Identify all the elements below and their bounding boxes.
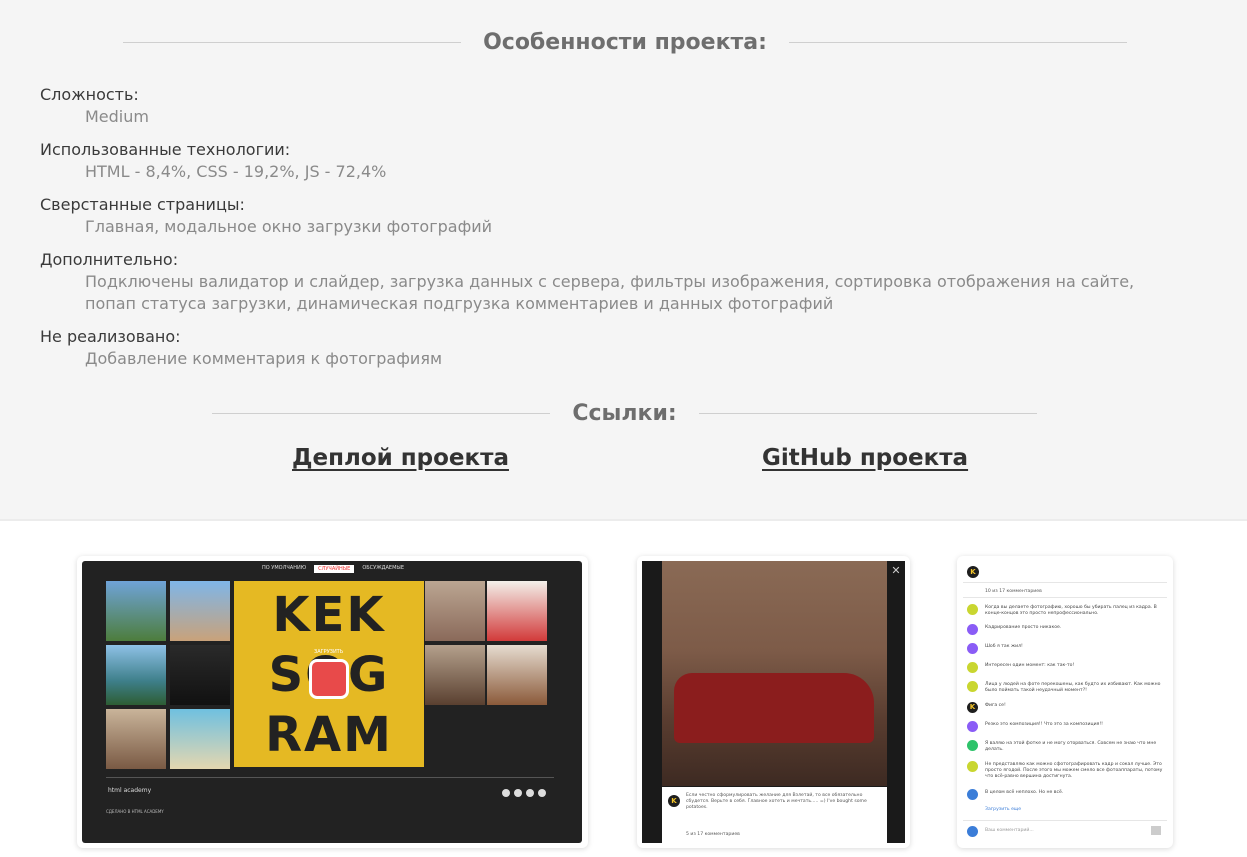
- close-icon: ✕: [891, 564, 901, 577]
- project-info-section: Особенности проекта: Сложность: Medium И…: [0, 0, 1247, 521]
- load-more-link: Загрузить еще: [985, 807, 1022, 812]
- feature-difficulty: Сложность: Medium: [40, 84, 1190, 128]
- photo-description: Если честно сформулировать желание для В…: [686, 793, 867, 810]
- upload-label: ЗАГРУЗИТЬ: [314, 649, 344, 655]
- comment-text: Лица у людей на фоте перекошены, как буд…: [985, 682, 1161, 693]
- links-heading: Ссылки:: [212, 401, 1037, 426]
- main-page-preview: ПО УМОЛЧАНИЮ СЛУЧАЙНЫЕ ОБСУЖДАЕМЫЕ KEK S…: [82, 561, 582, 843]
- feature-value: Подключены валидатор и слайдер, загрузка…: [85, 272, 1135, 313]
- github-link[interactable]: GitHub проекта: [762, 445, 968, 471]
- feature-technologies: Использованные технологии: HTML - 8,4%, …: [40, 139, 1190, 183]
- feature-label: Не реализовано:: [40, 327, 181, 346]
- filter-random: СЛУЧАЙНЫЕ: [314, 565, 355, 573]
- photo-thumbnail: [425, 645, 485, 705]
- filter-default: ПО УМОЛЧАНИЮ: [262, 565, 307, 571]
- avatar: K: [967, 566, 979, 578]
- features-list: Сложность: Medium Использованные техноло…: [40, 84, 1190, 381]
- social-icon: [502, 789, 510, 797]
- feature-additional: Дополнительно: Подключены валидатор и сл…: [40, 249, 1190, 315]
- divider: [963, 820, 1167, 821]
- avatar: [967, 721, 978, 732]
- feature-value: Главная, модальное окно загрузки фотогра…: [85, 217, 493, 236]
- comments-count: 5 из 17 комментариев: [686, 832, 740, 837]
- avatar: [967, 604, 978, 615]
- social-icon: [526, 789, 534, 797]
- avatar: [967, 740, 978, 751]
- screenshot-comments[interactable]: K 10 из 17 комментариев Когда вы делаете…: [957, 556, 1173, 848]
- comment-text: Кадрирование просто никакое.: [985, 625, 1062, 630]
- photo-thumbnail: [425, 581, 485, 641]
- divider: [212, 413, 551, 414]
- feature-label: Использованные технологии:: [40, 140, 291, 159]
- avatar: [967, 826, 978, 837]
- divider: [963, 582, 1167, 583]
- photo-thumbnail: [106, 709, 166, 769]
- made-in-text: СДЕЛАНО В HTML ACADEMY: [106, 809, 164, 814]
- avatar: [967, 761, 978, 772]
- photo-thumbnail: [170, 709, 230, 769]
- comment-text: Фига се!: [985, 703, 1006, 708]
- divider: [698, 413, 1037, 414]
- features-title: Особенности проекта:: [483, 30, 767, 55]
- camera-icon: [309, 659, 349, 699]
- modal-comments: K Если честно сформулировать желание для…: [662, 787, 887, 843]
- photo-thumbnail: [487, 645, 547, 705]
- avatar: [967, 662, 978, 673]
- avatar: K: [967, 702, 978, 713]
- social-icon: [538, 789, 546, 797]
- photo-thumbnail: [106, 581, 166, 641]
- photo-thumbnail: [170, 581, 230, 641]
- comment-text: В целом всё неплохо. Но не всё.: [985, 790, 1064, 795]
- features-heading: Особенности проекта:: [123, 30, 1127, 55]
- avatar: K: [668, 795, 680, 807]
- comment-text: Интересен один момент: как так-то!: [985, 663, 1075, 668]
- comment-input: Ваш комментарий...: [985, 828, 1034, 833]
- avatar: [967, 681, 978, 692]
- screenshot-main-page[interactable]: ПО УМОЛЧАНИЮ СЛУЧАЙНЫЕ ОБСУЖДАЕМЫЕ KEK S…: [77, 556, 588, 848]
- divider: [963, 597, 1167, 598]
- filter-discussed: ОБСУЖДАЕМЫЕ: [362, 565, 404, 571]
- feature-not-implemented: Не реализовано: Добавление комментария к…: [40, 326, 1190, 370]
- photo-thumbnail: [106, 645, 166, 705]
- comment-text: Шоб я так жил!: [985, 644, 1023, 649]
- feature-label: Сверстанные страницы:: [40, 195, 245, 214]
- car-shape: [674, 673, 874, 743]
- screenshot-photo-modal[interactable]: ✕ K Если честно сформулировать желание д…: [637, 556, 910, 848]
- modal-preview: ✕ K Если честно сформулировать желание д…: [642, 561, 905, 843]
- logo-line: RAM: [265, 707, 393, 763]
- photo-thumbnail: [487, 581, 547, 641]
- car-photo: [662, 561, 887, 786]
- comments-count: 10 из 17 комментариев: [985, 589, 1042, 594]
- comment-text: Я валяю на этой фотке и не могу оторвать…: [985, 741, 1157, 752]
- social-icon: [514, 789, 522, 797]
- avatar: [967, 624, 978, 635]
- photo-thumbnail: [170, 645, 230, 705]
- comment-text: Когда вы делаете фотографию, хорошо бы у…: [985, 605, 1157, 616]
- footer-divider: [106, 777, 554, 778]
- feature-label: Дополнительно:: [40, 250, 179, 269]
- avatar: [967, 643, 978, 654]
- comment-text: Резко это композиция!! Что это за композ…: [985, 722, 1103, 727]
- logo-line: KEK: [272, 587, 386, 643]
- feature-pages: Сверстанные страницы: Главная, модальное…: [40, 194, 1190, 238]
- send-icon: [1151, 826, 1161, 835]
- comment-text: Не представляю как можно сфотографироват…: [985, 762, 1163, 779]
- divider: [788, 42, 1127, 43]
- feature-label: Сложность:: [40, 85, 139, 104]
- feature-value: Medium: [85, 107, 149, 126]
- divider: [123, 42, 462, 43]
- feature-value: HTML - 8,4%, CSS - 19,2%, JS - 72,4%: [85, 162, 387, 181]
- filter-bar: ПО УМОЛЧАНИЮ СЛУЧАЙНЫЕ ОБСУЖДАЕМЫЕ: [262, 565, 404, 573]
- avatar: [967, 789, 978, 800]
- links-title: Ссылки:: [572, 401, 677, 426]
- deploy-link[interactable]: Деплой проекта: [292, 445, 509, 471]
- feature-value: Добавление комментария к фотографиям: [85, 349, 443, 368]
- html-academy-logo: html academy: [108, 787, 152, 794]
